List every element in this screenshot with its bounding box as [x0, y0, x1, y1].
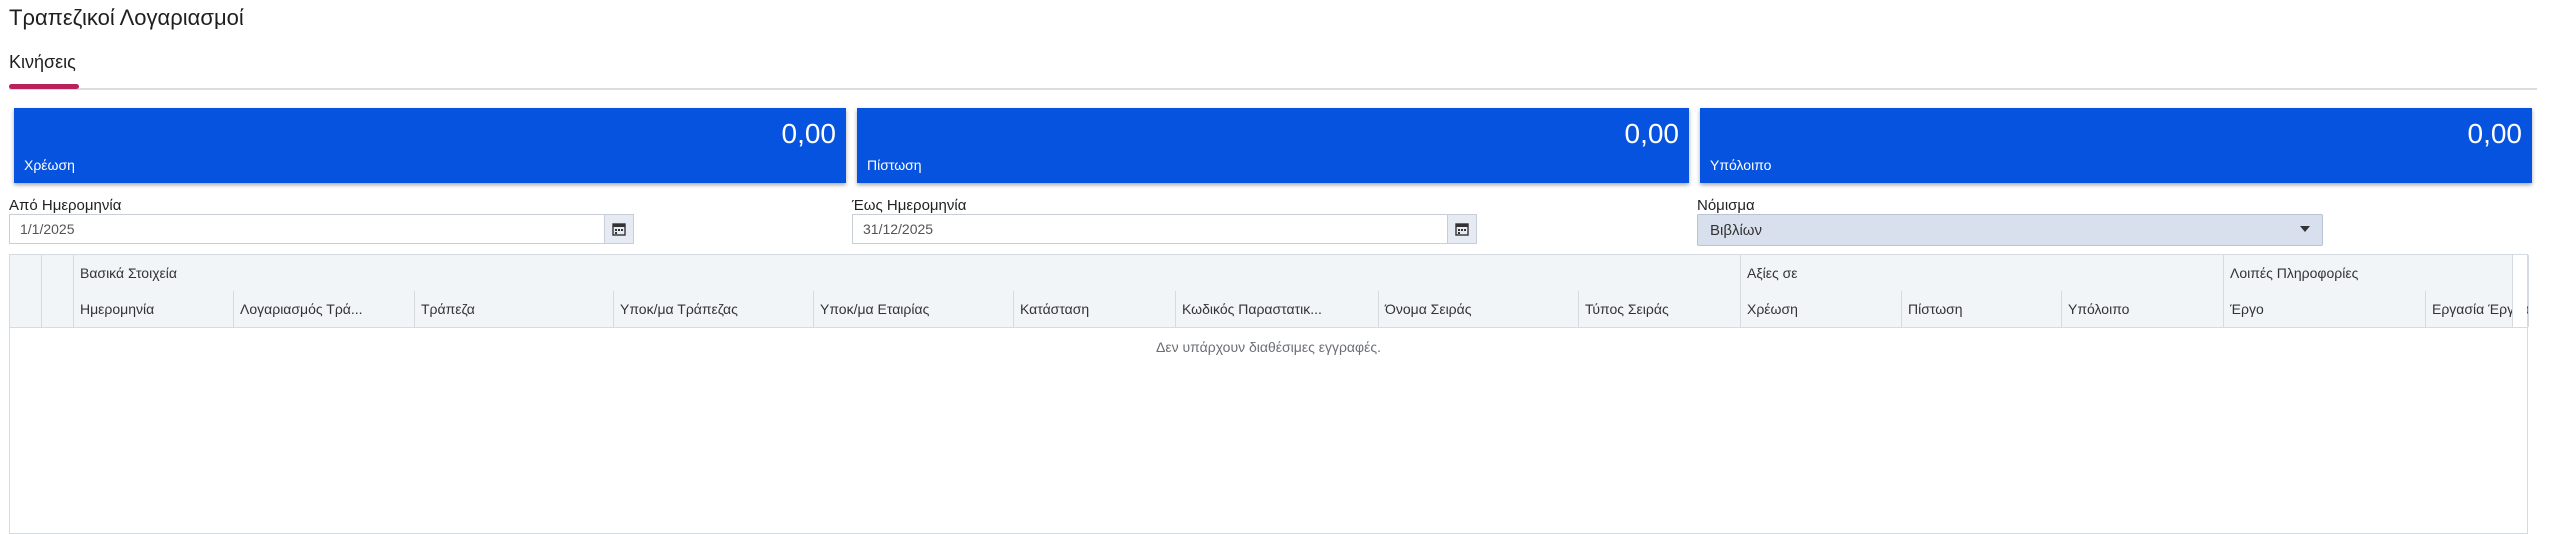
credit-value: 0,00	[1624, 118, 1680, 149]
from-date-label: Από Ημερομηνία	[9, 197, 122, 214]
grid-header-scrollbar-gutter	[2512, 255, 2527, 327]
select-all-column[interactable]	[10, 291, 42, 327]
tab-bar: Κινήσεις	[9, 52, 2537, 90]
column-header-bank[interactable]: Τράπεζα	[415, 291, 614, 327]
debit-summary-card: 0,00 Χρέωση	[14, 108, 846, 183]
credit-label: Πίστωση	[867, 157, 922, 173]
group-other-info: Λοιπές Πληροφορίες	[2224, 255, 2529, 291]
balance-summary-card: 0,00 Υπόλοιπο	[1700, 108, 2532, 183]
column-header-bank-account[interactable]: Λογαριασμός Τρά...	[234, 291, 415, 327]
grid-group-header-row: Βασικά Στοιχεία Αξίες σε Λοιπές Πληροφορ…	[10, 255, 2529, 292]
grid-column-header-row: Ημερομηνία Λογαριασμός Τρά... Τράπεζα Υπ…	[10, 291, 2529, 328]
column-header-project[interactable]: Έργο	[2224, 291, 2426, 327]
from-date-calendar-button[interactable]	[604, 215, 633, 243]
column-header-series-name[interactable]: Όνομα Σειράς	[1379, 291, 1579, 327]
chevron-down-icon	[2300, 226, 2310, 232]
column-header-credit[interactable]: Πίστωση	[1902, 291, 2062, 327]
to-date-calendar-button[interactable]	[1447, 215, 1476, 243]
from-date-value: 1/1/2025	[20, 221, 75, 237]
credit-summary-card: 0,00 Πίστωση	[857, 108, 1689, 183]
calendar-icon	[612, 223, 626, 236]
active-tab-indicator	[9, 84, 79, 89]
column-header-bank-branch[interactable]: Υποκ/μα Τράπεζας	[614, 291, 814, 327]
tab-movements[interactable]: Κινήσεις	[9, 52, 76, 81]
column-header-date[interactable]: Ημερομηνία	[74, 291, 234, 327]
balance-value: 0,00	[2467, 118, 2523, 149]
group-values: Αξίες σε	[1741, 255, 2224, 291]
grid-group-spacer	[10, 255, 42, 291]
to-date-value: 31/12/2025	[863, 221, 934, 237]
currency-label: Νόμισμα	[1697, 197, 1755, 214]
column-header-debit[interactable]: Χρέωση	[1741, 291, 1902, 327]
row-action-column	[42, 291, 74, 327]
movements-grid: Βασικά Στοιχεία Αξίες σε Λοιπές Πληροφορ…	[9, 254, 2529, 534]
calendar-icon	[1455, 223, 1469, 236]
grid-empty-message: Δεν υπάρχουν διαθέσιμες εγγραφές.	[1156, 339, 1381, 355]
currency-value: Βιβλίων	[1710, 222, 1763, 239]
currency-select[interactable]: Βιβλίων	[1697, 214, 2323, 246]
balance-label: Υπόλοιπο	[1710, 157, 1772, 173]
debit-value: 0,00	[781, 118, 837, 149]
from-date-field[interactable]: 1/1/2025	[9, 214, 634, 244]
grid-group-spacer	[42, 255, 74, 291]
to-date-field[interactable]: 31/12/2025	[852, 214, 1477, 244]
column-header-series-type[interactable]: Τύπος Σειράς	[1579, 291, 1741, 327]
column-header-status[interactable]: Κατάσταση	[1014, 291, 1176, 327]
page-title: Τραπεζικοί Λογαριασμοί	[9, 5, 244, 30]
column-header-balance[interactable]: Υπόλοιπο	[2062, 291, 2224, 327]
debit-label: Χρέωση	[24, 157, 75, 173]
group-basic-info: Βασικά Στοιχεία	[74, 255, 1741, 291]
column-header-company-branch[interactable]: Υποκ/μα Εταιρίας	[814, 291, 1014, 327]
column-header-document-code[interactable]: Κωδικός Παραστατικ...	[1176, 291, 1379, 327]
to-date-label: Έως Ημερομηνία	[852, 197, 967, 214]
